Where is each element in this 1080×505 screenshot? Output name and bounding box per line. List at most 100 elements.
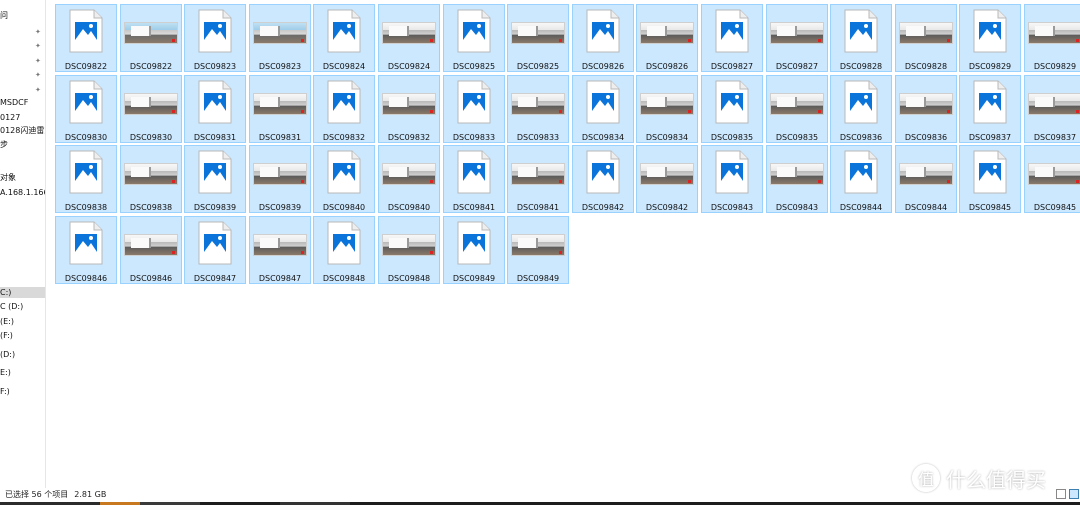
photo-thumbnail	[124, 163, 178, 185]
large-icons-view-icon[interactable]	[1069, 489, 1079, 499]
file-item[interactable]: DSC09829	[959, 4, 1021, 72]
file-item[interactable]: DSC09843	[766, 145, 828, 213]
file-item[interactable]: DSC09836	[830, 75, 892, 143]
file-item[interactable]: DSC09826	[636, 4, 698, 72]
file-item[interactable]: DSC09841	[443, 145, 505, 213]
file-item[interactable]: DSC09824	[313, 4, 375, 72]
image-file-icon	[715, 9, 749, 53]
file-item[interactable]: DSC09843	[701, 145, 763, 213]
nav-item[interactable]: (D:)	[0, 349, 15, 360]
pin-icon[interactable]: ✦	[35, 28, 41, 37]
file-name: DSC09836	[904, 133, 948, 142]
file-name: DSC09835	[775, 133, 819, 142]
file-item[interactable]: DSC09837	[1024, 75, 1080, 143]
pin-icon[interactable]: ✦	[35, 57, 41, 66]
file-item[interactable]: DSC09834	[572, 75, 634, 143]
file-name: DSC09826	[645, 62, 689, 71]
file-item[interactable]: DSC09823	[184, 4, 246, 72]
selection-count: 已选择 56 个项目	[5, 490, 69, 499]
file-item[interactable]: DSC09849	[443, 216, 505, 284]
nav-item[interactable]: (F:)	[0, 330, 13, 341]
photo-thumbnail	[640, 163, 694, 185]
file-item[interactable]: DSC09841	[507, 145, 569, 213]
file-item[interactable]: DSC09835	[766, 75, 828, 143]
photo-thumbnail	[382, 163, 436, 185]
file-name: DSC09834	[645, 133, 689, 142]
photo-thumbnail	[124, 234, 178, 256]
photo-thumbnail	[640, 93, 694, 115]
file-item[interactable]: DSC09848	[313, 216, 375, 284]
file-name: DSC09825	[452, 62, 496, 71]
file-name: DSC09840	[322, 203, 366, 212]
nav-item[interactable]: (E:)	[0, 316, 14, 327]
file-item[interactable]: DSC09825	[507, 4, 569, 72]
file-item[interactable]: DSC09837	[959, 75, 1021, 143]
nav-item[interactable]: 0127	[0, 112, 20, 123]
file-item[interactable]: DSC09829	[1024, 4, 1080, 72]
file-item[interactable]: DSC09832	[313, 75, 375, 143]
file-item[interactable]: DSC09839	[249, 145, 311, 213]
file-item[interactable]: DSC09844	[830, 145, 892, 213]
nav-item[interactable]: 问	[0, 10, 8, 21]
file-item[interactable]: DSC09834	[636, 75, 698, 143]
file-item[interactable]: DSC09831	[249, 75, 311, 143]
nav-item[interactable]: C (D:)	[0, 301, 23, 312]
file-item[interactable]: DSC09848	[378, 216, 440, 284]
image-file-icon	[327, 80, 361, 124]
file-item[interactable]: DSC09830	[55, 75, 117, 143]
image-file-icon	[69, 9, 103, 53]
file-item[interactable]: DSC09838	[120, 145, 182, 213]
file-item[interactable]: DSC09842	[636, 145, 698, 213]
file-item[interactable]: DSC09822	[55, 4, 117, 72]
file-item[interactable]: DSC09823	[249, 4, 311, 72]
file-item[interactable]: DSC09826	[572, 4, 634, 72]
file-item[interactable]: DSC09840	[378, 145, 440, 213]
nav-item[interactable]: E:)	[0, 367, 11, 378]
details-view-icon[interactable]	[1056, 489, 1066, 499]
file-item[interactable]: DSC09828	[895, 4, 957, 72]
file-item[interactable]: DSC09845	[1024, 145, 1080, 213]
file-item[interactable]: DSC09847	[184, 216, 246, 284]
file-item[interactable]: DSC09849	[507, 216, 569, 284]
file-item[interactable]: DSC09827	[701, 4, 763, 72]
pane-divider[interactable]	[45, 0, 46, 488]
nav-item[interactable]: F:)	[0, 386, 10, 397]
file-item[interactable]: DSC09822	[120, 4, 182, 72]
nav-item[interactable]: C:)	[0, 287, 45, 298]
file-name: DSC09833	[516, 133, 560, 142]
nav-item[interactable]: 对象	[0, 172, 16, 183]
file-item[interactable]: DSC09844	[895, 145, 957, 213]
image-file-icon	[457, 9, 491, 53]
file-item[interactable]: DSC09845	[959, 145, 1021, 213]
nav-item[interactable]: 0128闪迪雷克	[0, 125, 45, 136]
file-item[interactable]: DSC09846	[120, 216, 182, 284]
file-item[interactable]: DSC09833	[443, 75, 505, 143]
file-item[interactable]: DSC09828	[830, 4, 892, 72]
nav-item[interactable]: A.168.1.166)	[0, 187, 45, 198]
file-item[interactable]: DSC09830	[120, 75, 182, 143]
file-item[interactable]: DSC09842	[572, 145, 634, 213]
file-item[interactable]: DSC09824	[378, 4, 440, 72]
nav-item[interactable]: MSDCF	[0, 97, 28, 108]
image-file-icon	[198, 9, 232, 53]
file-item[interactable]: DSC09840	[313, 145, 375, 213]
file-item[interactable]: DSC09838	[55, 145, 117, 213]
file-item[interactable]: DSC09831	[184, 75, 246, 143]
file-item[interactable]: DSC09825	[443, 4, 505, 72]
file-item[interactable]: DSC09846	[55, 216, 117, 284]
file-item[interactable]: DSC09839	[184, 145, 246, 213]
photo-thumbnail	[1028, 22, 1080, 44]
pin-icon[interactable]: ✦	[35, 42, 41, 51]
file-item[interactable]: DSC09836	[895, 75, 957, 143]
photo-thumbnail	[382, 22, 436, 44]
file-item[interactable]: DSC09847	[249, 216, 311, 284]
file-name: DSC09842	[581, 203, 625, 212]
pin-icon[interactable]: ✦	[35, 71, 41, 80]
file-item[interactable]: DSC09827	[766, 4, 828, 72]
nav-item[interactable]: 步	[0, 139, 8, 150]
file-item[interactable]: DSC09833	[507, 75, 569, 143]
pin-icon[interactable]: ✦	[35, 86, 41, 95]
file-item[interactable]: DSC09835	[701, 75, 763, 143]
photo-thumbnail	[511, 22, 565, 44]
file-item[interactable]: DSC09832	[378, 75, 440, 143]
